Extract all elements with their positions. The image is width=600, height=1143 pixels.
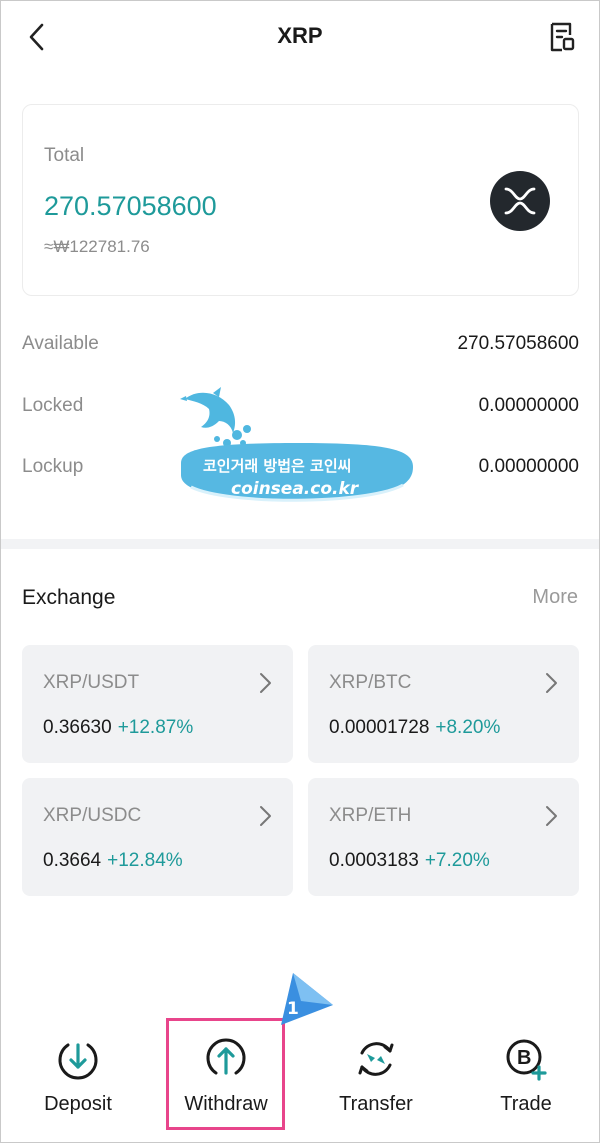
step-number: 1 [287,999,299,1019]
chevron-right-icon [260,673,271,693]
trade-label: Trade [500,1093,552,1115]
watermark-line1: 코인거래 방법은 코인씨 [203,457,351,475]
chevron-right-icon [260,806,271,826]
pair-quote: 0.3664 +12.84% [43,850,183,872]
deposit-arrow-down-icon [58,1043,98,1080]
pair-card-xrp-btc[interactable]: XRP/BTC 0.00001728 +8.20% [308,645,579,763]
balance-row-available: Available 270.57058600 [22,329,579,359]
page-title: XRP [277,23,323,48]
more-link[interactable]: More [532,586,578,609]
pair-change: +12.87% [117,717,194,738]
deposit-button[interactable]: Deposit [18,1021,138,1131]
trade-button[interactable]: B Trade [466,1021,586,1131]
deposit-label: Deposit [44,1093,112,1115]
exchange-section-title: Exchange [22,586,116,609]
transfer-arrows-icon [358,1042,394,1076]
chevron-right-icon [546,806,557,826]
pair-change: +12.84% [107,850,183,871]
balance-label: Locked [22,395,84,416]
pair-quote: 0.00001728 +8.20% [329,717,500,739]
pair-change: +7.20% [424,850,490,871]
total-amount: 270.57058600 [44,191,217,221]
transfer-button[interactable]: Transfer [316,1021,436,1131]
history-button[interactable] [545,19,579,55]
pair-name: XRP/BTC [329,672,412,693]
pair-card-xrp-usdt[interactable]: XRP/USDT 0.36630 +12.87% [22,645,293,763]
pair-quote: 0.36630 +12.87% [43,717,193,739]
coinsea-watermark: 코인거래 방법은 코인씨 coinsea.co.kr [177,387,417,523]
balance-value: 0.00000000 [478,456,579,477]
total-fiat-value: ≈₩122781.76 [44,237,150,256]
total-label: Total [44,145,85,166]
pair-change: +8.20% [435,717,501,738]
pair-price: 0.0003183 [329,850,419,871]
step-pointer-badge: 1 [271,971,335,1027]
trade-b-plus-icon: B [506,1039,547,1081]
pair-price: 0.3664 [43,850,102,871]
pair-card-xrp-usdc[interactable]: XRP/USDC 0.3664 +12.84% [22,778,293,896]
pair-name: XRP/ETH [329,805,412,826]
transfer-label: Transfer [339,1093,413,1115]
pair-price: 0.36630 [43,717,112,738]
pair-card-xrp-eth[interactable]: XRP/ETH 0.0003183 +7.20% [308,778,579,896]
balance-label: Lockup [22,456,84,477]
pair-name: XRP/USDC [43,805,142,826]
balance-label: Available [22,333,99,354]
balance-value: 270.57058600 [457,333,579,354]
withdraw-highlight-box [166,1018,285,1130]
total-balance-card: Total 270.57058600 ≈₩122781.76 [22,104,579,296]
chevron-right-icon [546,673,557,693]
balance-value: 0.00000000 [478,395,579,416]
xrp-logo-icon [490,171,550,231]
history-document-icon [550,22,575,52]
svg-text:B: B [517,1047,531,1069]
watermark-line2: coinsea.co.kr [231,479,360,499]
pair-price: 0.00001728 [329,717,430,738]
bottom-action-bar: Deposit Withdraw Transfer B Trade [1,1021,599,1131]
app-header: XRP [1,1,599,77]
pair-quote: 0.0003183 +7.20% [329,850,490,872]
section-divider [1,539,599,549]
pair-name: XRP/USDT [43,672,140,693]
